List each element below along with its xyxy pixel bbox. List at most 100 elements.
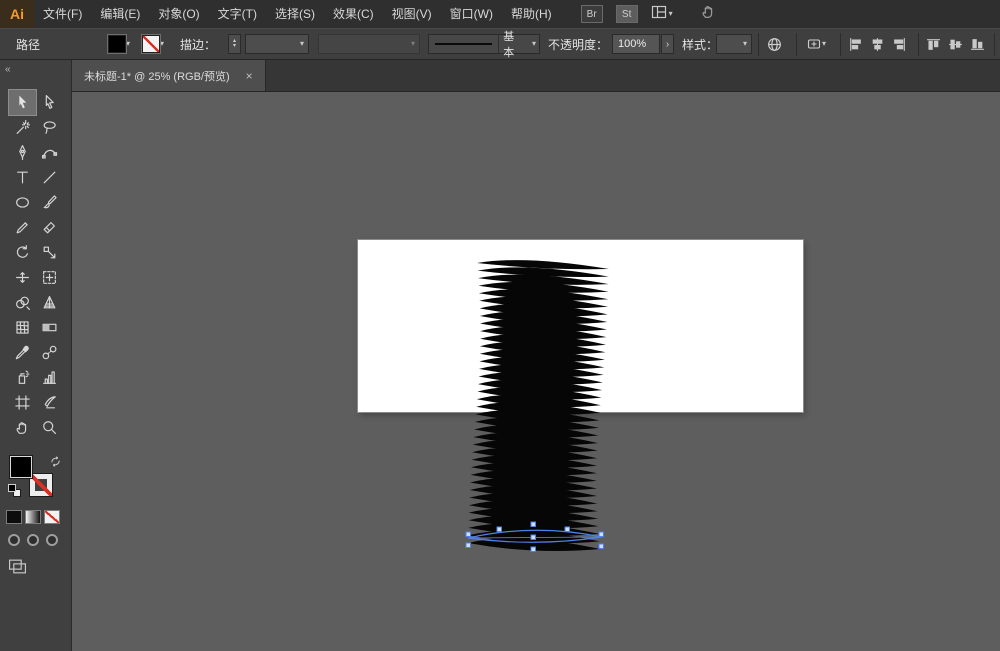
stroke-weight-stepper[interactable]: ▴▾ xyxy=(228,34,241,54)
align-middle-vertical-icon[interactable] xyxy=(948,37,963,52)
column-graph-tool[interactable] xyxy=(36,365,63,390)
default-fill-stroke-icon[interactable] xyxy=(8,484,22,498)
curvature-tool[interactable] xyxy=(36,140,63,165)
gradient-button[interactable] xyxy=(25,510,41,524)
lasso-tool[interactable] xyxy=(36,115,63,140)
stroke-weight-combo[interactable]: ▾ xyxy=(245,34,309,54)
divider xyxy=(918,33,919,56)
menu-item-object[interactable]: 对象(O) xyxy=(149,0,208,28)
menu-item-view[interactable]: 视图(V) xyxy=(383,0,441,28)
chevron-down-icon: ▾ xyxy=(160,40,164,48)
align-left-icon[interactable] xyxy=(848,37,863,52)
vertical-align-group xyxy=(926,29,985,59)
width-tool[interactable] xyxy=(9,265,36,290)
align-right-icon[interactable] xyxy=(892,37,907,52)
eraser-tool[interactable] xyxy=(36,215,63,240)
menu-item-edit[interactable]: 编辑(E) xyxy=(91,0,149,28)
blend-artwork[interactable] xyxy=(72,92,1000,651)
draw-inside-button[interactable] xyxy=(46,534,58,546)
none-button[interactable] xyxy=(44,510,60,524)
free-transform-tool[interactable] xyxy=(36,265,63,290)
gradient-tool[interactable] xyxy=(36,315,63,340)
workspace-icon xyxy=(651,4,667,25)
globe-icon[interactable] xyxy=(766,29,783,59)
perspective-grid-tool[interactable] xyxy=(36,290,63,315)
opacity-label: 不透明度： xyxy=(548,36,608,53)
scale-tool[interactable] xyxy=(36,240,63,265)
bridge-button[interactable]: Br xyxy=(581,5,603,23)
magic-wand-icon xyxy=(14,119,31,136)
symbol-sprayer-tool[interactable] xyxy=(9,365,36,390)
eyedropper-tool[interactable] xyxy=(9,340,36,365)
swap-fill-stroke-icon[interactable] xyxy=(50,454,61,472)
color-button[interactable] xyxy=(6,510,22,524)
opacity-panel-button[interactable]: › xyxy=(661,34,674,54)
menu-item-help[interactable]: 帮助(H) xyxy=(502,0,561,28)
menu-list: 文件(F)编辑(E)对象(O)文字(T)选择(S)效果(C)视图(V)窗口(W)… xyxy=(34,0,561,28)
scale-icon xyxy=(41,244,58,261)
menu-item-window[interactable]: 窗口(W) xyxy=(441,0,502,28)
horizontal-align-group xyxy=(848,29,907,59)
pen-tool[interactable] xyxy=(9,140,36,165)
chevron-down-icon: ▾ xyxy=(822,40,826,48)
transform-options-button[interactable]: ▾ xyxy=(806,29,826,59)
type-tool[interactable] xyxy=(9,165,36,190)
stroke-color-swatch[interactable] xyxy=(30,474,52,496)
zoom-tool[interactable] xyxy=(36,415,63,440)
document-tab[interactable]: 未标题-1* @ 25% (RGB/预览) × xyxy=(72,60,266,91)
rotate-tool[interactable] xyxy=(9,240,36,265)
draw-normal-button[interactable] xyxy=(8,534,20,546)
pen-icon xyxy=(14,144,31,161)
curvature-icon xyxy=(41,144,58,161)
eraser-icon xyxy=(41,219,58,236)
pencil-tool[interactable] xyxy=(9,215,36,240)
workspace-switcher[interactable]: ▾ xyxy=(651,4,673,25)
divider xyxy=(994,33,995,56)
style-label: 样式： xyxy=(682,36,718,53)
brush-definition-combo[interactable]: 基本 ▾ xyxy=(428,29,540,59)
fill-swatch-icon xyxy=(108,35,126,53)
screen-mode-icon[interactable] xyxy=(8,558,27,580)
ellipse-tool[interactable] xyxy=(9,190,36,215)
document-tab-title: 未标题-1* @ 25% (RGB/预览) xyxy=(84,68,230,84)
selection-tool[interactable] xyxy=(9,90,36,115)
shape-builder-icon xyxy=(14,294,31,311)
close-icon[interactable]: × xyxy=(246,69,253,83)
collapse-panel-button[interactable]: « xyxy=(0,60,71,78)
align-top-icon[interactable] xyxy=(926,37,941,52)
mesh-tool[interactable] xyxy=(9,315,36,340)
shape-builder-tool[interactable] xyxy=(9,290,36,315)
line-segment-tool[interactable] xyxy=(36,165,63,190)
style-combo[interactable]: ▾ xyxy=(716,29,752,59)
stroke-label: 描边： xyxy=(180,36,216,53)
selection-icon xyxy=(14,94,31,111)
chevron-down-icon: ▾ xyxy=(743,40,747,48)
lasso-icon xyxy=(41,119,58,136)
hand-icon xyxy=(14,419,31,436)
fill-color-picker[interactable]: ▾ xyxy=(108,29,130,59)
menu-item-effect[interactable]: 效果(C) xyxy=(324,0,383,28)
document-tab-bar: 未标题-1* @ 25% (RGB/预览) × xyxy=(72,60,1000,92)
magic-wand-tool[interactable] xyxy=(9,115,36,140)
paintbrush-tool[interactable] xyxy=(36,190,63,215)
stroke-color-picker[interactable]: ▾ xyxy=(142,29,164,59)
draw-behind-button[interactable] xyxy=(27,534,39,546)
app-logo-icon: Ai xyxy=(0,0,34,28)
direct-selection-tool[interactable] xyxy=(36,90,63,115)
slice-tool[interactable] xyxy=(36,390,63,415)
align-center-horizontal-icon[interactable] xyxy=(870,37,885,52)
grab-hand-icon[interactable] xyxy=(700,3,717,25)
free-transform-icon xyxy=(41,269,58,286)
pencil-icon xyxy=(14,219,31,236)
canvas-area[interactable] xyxy=(72,92,1000,651)
opacity-input[interactable]: 100% xyxy=(612,34,660,54)
blend-tool[interactable] xyxy=(36,340,63,365)
stock-button[interactable]: St xyxy=(616,5,638,23)
align-bottom-icon[interactable] xyxy=(970,37,985,52)
hand-tool[interactable] xyxy=(9,415,36,440)
menu-item-type[interactable]: 文字(T) xyxy=(209,0,266,28)
fill-color-swatch[interactable] xyxy=(10,456,32,478)
menu-item-file[interactable]: 文件(F) xyxy=(34,0,91,28)
artboard-tool[interactable] xyxy=(9,390,36,415)
menu-item-select[interactable]: 选择(S) xyxy=(266,0,324,28)
